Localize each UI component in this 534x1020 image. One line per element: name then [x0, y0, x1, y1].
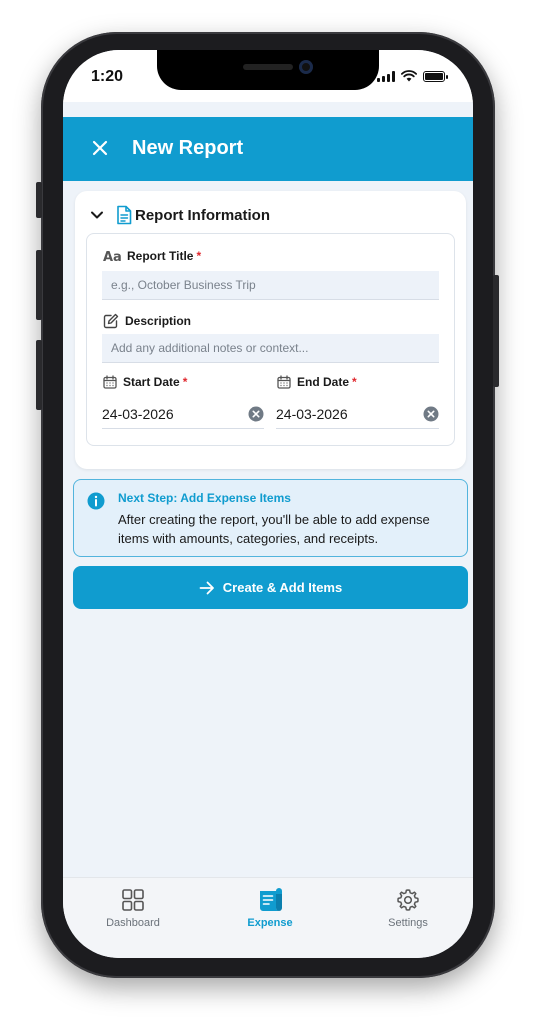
page-title: New Report [132, 137, 244, 159]
create-add-items-button[interactable]: Create & Add Items [73, 566, 468, 609]
tab-label: Expense [247, 917, 293, 929]
screen: 1:20 New Report Report Information Aa Re… [63, 50, 473, 958]
end-date-field[interactable]: 24-03-2026 [276, 399, 439, 429]
tab-label: Settings [388, 917, 428, 929]
report-title-input[interactable] [102, 271, 439, 300]
next-step-info: Next Step: Add Expense Items After creat… [73, 479, 468, 557]
power-button [493, 275, 499, 387]
status-time: 1:20 [91, 68, 124, 85]
section-header[interactable]: Report Information [89, 203, 270, 227]
grid-icon [122, 889, 144, 911]
arrow-right-icon [199, 581, 214, 594]
chevron-down-icon[interactable] [89, 207, 105, 223]
tab-dashboard[interactable]: Dashboard [73, 888, 193, 938]
start-date-field[interactable]: 24-03-2026 [102, 399, 264, 429]
bottom-tab-bar: Dashboard Expense Settings [63, 877, 473, 958]
volume-down-button [36, 340, 42, 410]
close-icon[interactable] [87, 135, 113, 161]
gear-icon [397, 889, 419, 911]
description-input[interactable] [102, 334, 439, 363]
tab-settings[interactable]: Settings [348, 888, 468, 938]
required-mark: * [196, 249, 202, 263]
app-bar: New Report [63, 117, 473, 181]
clear-icon[interactable] [248, 406, 264, 422]
clear-icon[interactable] [423, 406, 439, 422]
notch [157, 50, 379, 90]
end-date-value: 24-03-2026 [276, 406, 348, 422]
text-format-icon: Aa [103, 250, 121, 263]
info-icon [87, 492, 105, 510]
info-text: After creating the report, you'll be abl… [118, 512, 430, 546]
description-label: Description [103, 313, 191, 329]
tab-expense[interactable]: Expense [210, 888, 330, 938]
section-title: Report Information [135, 206, 270, 224]
info-title: Next Step: Add Expense Items [118, 491, 291, 505]
report-info-card: Report Information Aa Report Title * Des… [75, 191, 466, 469]
document-icon [117, 205, 132, 225]
edit-note-icon [103, 313, 119, 329]
create-add-items-label: Create & Add Items [222, 580, 343, 595]
mute-switch [36, 182, 42, 218]
start-date-value: 24-03-2026 [102, 406, 174, 422]
status-icons [377, 70, 448, 82]
required-mark: * [182, 375, 188, 389]
calendar-icon [277, 375, 291, 389]
start-date-label: Start Date * [103, 375, 187, 389]
tab-label: Dashboard [106, 917, 160, 929]
wifi-icon [401, 70, 417, 82]
volume-up-button [36, 250, 42, 320]
required-mark: * [352, 375, 357, 389]
battery-icon [423, 70, 448, 82]
svg-text:Aa: Aa [103, 250, 121, 263]
end-date-label: End Date * [277, 375, 357, 389]
report-title-label: Aa Report Title * [103, 249, 202, 263]
signal-icon [377, 70, 395, 82]
calendar-icon [103, 375, 117, 389]
receipt-icon [260, 888, 282, 911]
form-fields: Aa Report Title * Description [86, 233, 455, 446]
